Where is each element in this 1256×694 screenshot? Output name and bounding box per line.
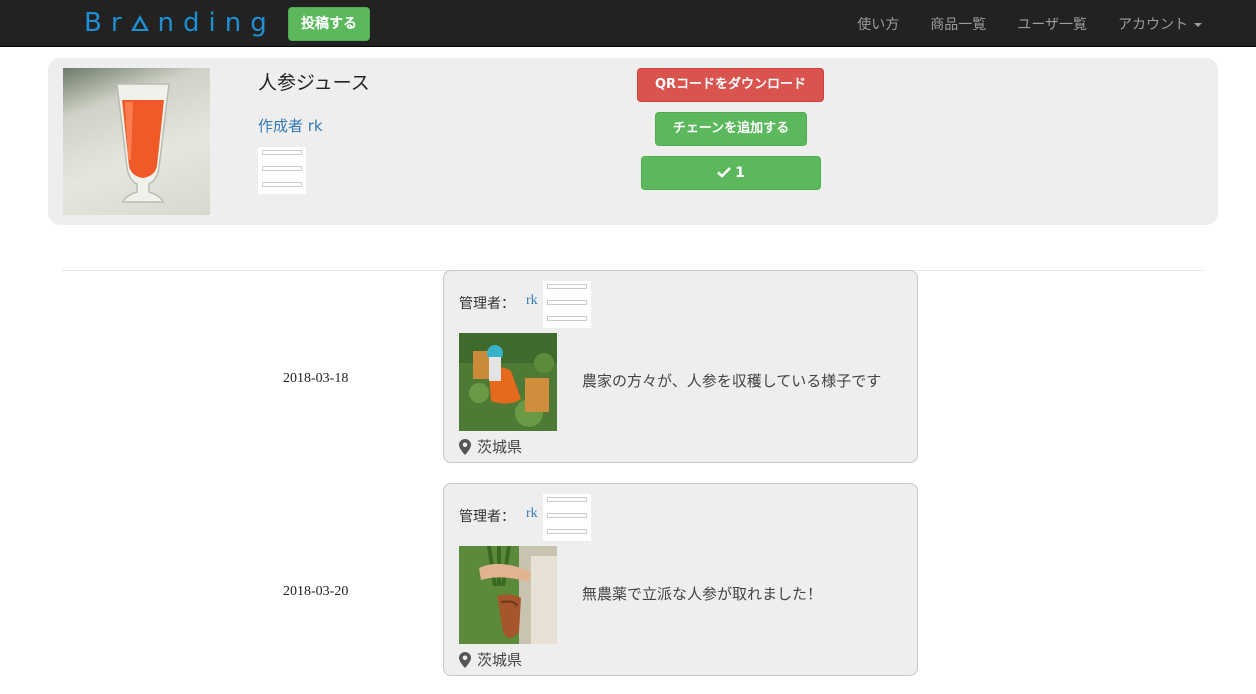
brand-logo-text-end: nding bbox=[157, 8, 276, 38]
nav-link-users[interactable]: ユーザ一覧 bbox=[1017, 14, 1087, 34]
timeline-description: 農家の方々が、人参を収穫している様子です bbox=[582, 372, 882, 390]
check-count: 1 bbox=[735, 165, 745, 181]
check-count-button[interactable]: 1 bbox=[641, 156, 821, 190]
product-photo bbox=[63, 68, 210, 215]
nav-link-products[interactable]: 商品一覧 bbox=[930, 14, 986, 34]
top-navbar: Br nding 投稿する 使い方 商品一覧 ユーザ一覧 アカウント bbox=[0, 0, 1256, 47]
caret-down-icon bbox=[1194, 22, 1202, 27]
nav-link-howto[interactable]: 使い方 bbox=[857, 14, 899, 34]
product-title: 人参ジュース bbox=[258, 72, 370, 94]
location: 茨城県 bbox=[459, 436, 522, 457]
account-label: アカウント bbox=[1118, 16, 1188, 33]
admin-label: 管理者： bbox=[459, 509, 515, 525]
timeline-card: 管理者： rk 無農薬で立派な人参が取れました！ 茨城県 bbox=[443, 483, 918, 676]
creator-avatar[interactable] bbox=[258, 147, 306, 194]
location-text: 茨城県 bbox=[477, 651, 523, 669]
post-button[interactable]: 投稿する bbox=[288, 7, 370, 41]
admin-avatar[interactable] bbox=[543, 494, 591, 541]
map-pin-icon bbox=[459, 651, 471, 668]
timeline-date: 2018-03-18 bbox=[283, 371, 349, 386]
timeline-description: 無農薬で立派な人参が取れました！ bbox=[582, 585, 823, 603]
brand-logo[interactable]: Br nding bbox=[84, 6, 276, 40]
location-text: 茨城県 bbox=[477, 438, 523, 456]
creator-link[interactable]: 作成者 rk bbox=[258, 115, 323, 136]
brand-triangle-icon bbox=[130, 15, 149, 31]
timeline-card: 管理者： rk 農家の方々が、人参を収穫している様子です 茨城県 bbox=[443, 270, 918, 463]
map-pin-icon bbox=[459, 438, 471, 455]
timeline-date: 2018-03-20 bbox=[283, 584, 349, 599]
add-chain-button[interactable]: チェーンを追加する bbox=[655, 112, 807, 146]
admin-label: 管理者： bbox=[459, 296, 515, 312]
juice-glass-image bbox=[116, 83, 170, 203]
account-dropdown[interactable]: アカウント bbox=[1118, 14, 1202, 34]
admin-name-link[interactable]: rk bbox=[526, 293, 538, 309]
admin-name-link[interactable]: rk bbox=[526, 506, 538, 522]
product-panel bbox=[48, 58, 1218, 225]
check-icon bbox=[717, 167, 732, 178]
admin-avatar[interactable] bbox=[543, 281, 591, 328]
download-qr-button[interactable]: QRコードをダウンロード bbox=[637, 68, 824, 102]
nav-links: 使い方 商品一覧 ユーザ一覧 アカウント bbox=[826, 0, 1202, 47]
harvest-photo bbox=[459, 333, 557, 431]
carrot-photo bbox=[459, 546, 557, 644]
location: 茨城県 bbox=[459, 649, 522, 670]
brand-logo-text-start: Br bbox=[84, 8, 131, 38]
